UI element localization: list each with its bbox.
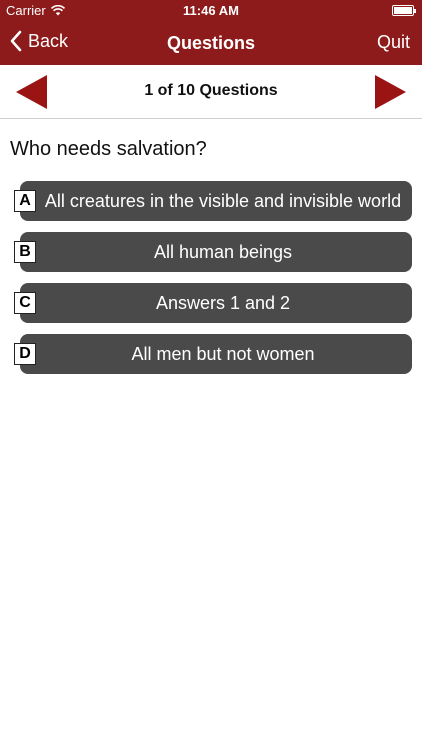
answer-button[interactable]: All men but not women xyxy=(20,334,412,374)
question-counter: 1 of 10 Questions xyxy=(144,82,278,99)
answer-button[interactable]: Answers 1 and 2 xyxy=(20,283,412,323)
battery-icon xyxy=(392,5,416,16)
answer-option-d[interactable]: D All men but not women xyxy=(0,334,422,374)
answer-button[interactable]: All human beings xyxy=(20,232,412,272)
question-text: Who needs salvation? xyxy=(10,138,207,160)
next-question-icon[interactable] xyxy=(374,75,406,109)
status-bar: Carrier 11:46 AM xyxy=(0,0,422,22)
question-navigator: 1 of 10 Questions xyxy=(0,65,422,119)
answer-letter-badge: A xyxy=(14,190,36,212)
answer-button[interactable]: All creatures in the visible and invisib… xyxy=(20,181,412,221)
top-bar: Carrier 11:46 AM Back Questions Quit xyxy=(0,0,422,65)
answer-letter-badge: C xyxy=(14,292,36,314)
answer-letter-badge: B xyxy=(14,241,36,263)
clock: 11:46 AM xyxy=(183,3,239,18)
answer-option-a[interactable]: A All creatures in the visible and invis… xyxy=(0,181,422,221)
answer-option-b[interactable]: B All human beings xyxy=(0,232,422,272)
answer-letter-badge: D xyxy=(14,343,36,365)
battery-fill xyxy=(394,7,412,14)
quit-button[interactable]: Quit xyxy=(377,32,410,53)
navigation-bar: Back Questions Quit xyxy=(0,22,422,65)
answer-list: A All creatures in the visible and invis… xyxy=(0,181,422,385)
page-title: Questions xyxy=(166,33,255,53)
answer-option-c[interactable]: C Answers 1 and 2 xyxy=(0,283,422,323)
